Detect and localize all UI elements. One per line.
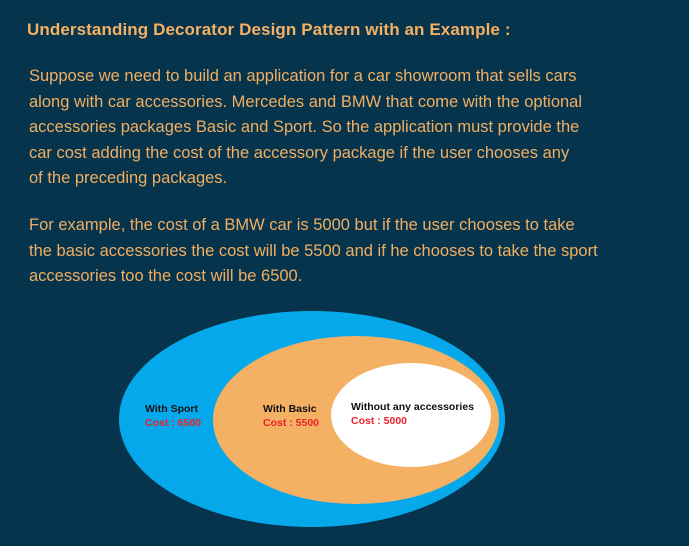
- basic-label: With Basic Cost : 5500: [263, 402, 319, 430]
- sport-cost: Cost : 6500: [145, 417, 202, 429]
- basic-cost: Cost : 5500: [263, 417, 320, 429]
- basic-title: With Basic: [263, 403, 317, 415]
- no-accessories-title: Without any accessories: [351, 401, 475, 413]
- sport-label: With Sport Cost : 6500: [145, 402, 201, 430]
- no-accessories-cost: Cost : 5000: [351, 415, 408, 427]
- decorator-diagram: With Sport Cost : 6500 With Basic Cost :…: [0, 0, 689, 546]
- no-accessories-label: Without any accessories Cost : 5000: [351, 400, 474, 428]
- sport-title: With Sport: [145, 403, 198, 415]
